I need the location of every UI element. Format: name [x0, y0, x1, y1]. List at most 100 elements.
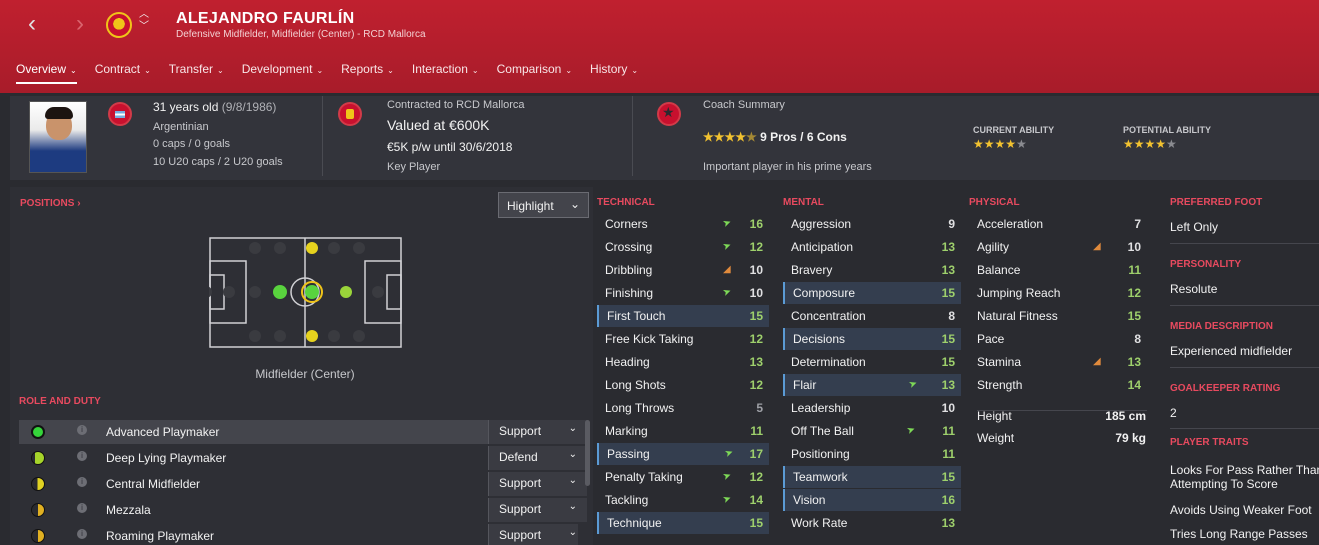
attribute-value: 16 [941, 493, 955, 507]
attribute-value: 15 [941, 332, 955, 346]
trend-up-icon: ➤ [721, 239, 734, 254]
attribute-row[interactable]: Positioning 11 [783, 443, 961, 465]
duty-dropdown[interactable]: Support ⌄ [488, 524, 578, 545]
attribute-row[interactable]: Concentration 8 [783, 305, 961, 327]
attribute-row[interactable]: Free Kick Taking 12 [597, 328, 769, 350]
attribute-row[interactable]: Flair ➤ 13 [783, 374, 961, 396]
duty-dropdown[interactable]: Support ⌄ [488, 420, 587, 444]
coach-star-icon[interactable]: ★ [657, 102, 681, 126]
club-crest-icon[interactable] [338, 102, 362, 126]
tab-overview[interactable]: Overview ⌄ [16, 62, 77, 84]
club-crest-icon[interactable] [106, 12, 132, 38]
highlight-dropdown[interactable]: Highlight ⌄ [498, 192, 589, 218]
role-row[interactable]: i Mezzala Support ⌄ [19, 498, 587, 522]
player-cycle-icon[interactable]: ︿ ﹀ [139, 9, 149, 33]
attribute-name: Positioning [791, 447, 850, 461]
attribute-row[interactable]: Technique 15 [597, 512, 769, 534]
attribute-row[interactable]: Balance 11 [969, 259, 1147, 281]
tab-transfer[interactable]: Transfer ⌄ [169, 62, 224, 84]
attribute-row[interactable]: Off The Ball ➤ 11 [783, 420, 961, 442]
attribute-row[interactable]: Penalty Taking ➤ 12 [597, 466, 769, 488]
info-icon[interactable]: i [77, 425, 87, 435]
duty-dropdown[interactable]: Defend ⌄ [488, 446, 587, 470]
tab-bar: Overview ⌄ Contract ⌄ Transfer ⌄ Developmen… [16, 62, 656, 84]
attribute-row[interactable]: Bravery 13 [783, 259, 961, 281]
attribute-row[interactable]: Acceleration 7 [969, 213, 1147, 235]
attribute-value: 8 [948, 309, 955, 323]
attribute-row[interactable]: Teamwork 15 [783, 466, 961, 488]
attribute-name: Free Kick Taking [605, 332, 694, 346]
player-value: Valued at €600K [387, 117, 490, 133]
roles-scrollbar[interactable] [585, 420, 590, 486]
attribute-name: Decisions [793, 332, 846, 346]
role-suitability-icon [31, 503, 45, 517]
attribute-row[interactable]: Long Throws 5 [597, 397, 769, 419]
tab-reports[interactable]: Reports ⌄ [341, 62, 394, 84]
attribute-row[interactable]: Tackling ➤ 14 [597, 489, 769, 511]
trend-down-icon: ◢ [1093, 356, 1101, 367]
attribute-row[interactable]: Leadership 10 [783, 397, 961, 419]
info-icon[interactable]: i [77, 477, 87, 487]
tab-comparison[interactable]: Comparison ⌄ [497, 62, 572, 84]
tab-history[interactable]: History ⌄ [590, 62, 638, 84]
attribute-row[interactable]: Decisions 15 [783, 328, 961, 350]
role-row[interactable]: i Roaming Playmaker Support ⌄ [19, 524, 578, 545]
attribute-row[interactable]: Crossing ➤ 12 [597, 236, 769, 258]
duty-dropdown[interactable]: Support ⌄ [488, 498, 587, 522]
chevron-down-icon: ⌄ [568, 501, 577, 512]
attribute-row[interactable]: Work Rate 13 [783, 512, 961, 534]
tab-development[interactable]: Development ⌄ [242, 62, 323, 84]
attribute-row[interactable]: Finishing ➤ 10 [597, 282, 769, 304]
attribute-value: 17 [749, 447, 763, 461]
chevron-down-icon: ⌄ [565, 66, 573, 75]
player-header: ‹ › ︿ ﹀ ALEJANDRO FAURLÍN Defensive Midfi… [0, 0, 1319, 93]
attribute-row[interactable]: Stamina ◢ 13 [969, 351, 1147, 373]
attribute-value: 5 [756, 401, 763, 415]
attribute-row[interactable]: Corners ➤ 16 [597, 213, 769, 235]
attribute-value: 15 [1127, 309, 1141, 323]
info-icon[interactable]: i [77, 451, 87, 461]
attribute-row[interactable]: Natural Fitness 15 [969, 305, 1147, 327]
attribute-row[interactable]: Anticipation 13 [783, 236, 961, 258]
attribute-row[interactable]: Strength 14 [969, 374, 1147, 396]
attribute-value: 10 [749, 286, 763, 300]
role-row[interactable]: i Deep Lying Playmaker Defend ⌄ [19, 446, 587, 470]
trait-item: Tries Long Range Passes [1170, 527, 1308, 541]
back-icon[interactable]: ‹ [20, 12, 44, 36]
attribute-row[interactable]: Marking 11 [597, 420, 769, 442]
role-row[interactable]: i Advanced Playmaker Support ⌄ [19, 420, 587, 444]
attribute-row[interactable]: Passing ➤ 17 [597, 443, 769, 465]
attribute-row[interactable]: Pace 8 [969, 328, 1147, 350]
preferred-foot-label: PREFERRED FOOT [1170, 197, 1263, 208]
positions-title[interactable]: POSITIONS › [20, 198, 81, 209]
attribute-name: Pace [977, 332, 1005, 346]
attribute-name: Long Throws [605, 401, 675, 415]
player-traits-label: PLAYER TRAITS [1170, 437, 1249, 448]
goalkeeper-rating-label: GOALKEEPER RATING [1170, 383, 1281, 394]
nationality-flag-icon[interactable] [108, 102, 132, 126]
role-row[interactable]: i Central Midfielder Support ⌄ [19, 472, 587, 496]
attribute-row[interactable]: Dribbling ◢ 10 [597, 259, 769, 281]
attribute-value: 12 [749, 378, 763, 392]
attribute-row[interactable]: Jumping Reach 12 [969, 282, 1147, 304]
duty-dropdown[interactable]: Support ⌄ [488, 472, 587, 496]
forward-icon[interactable]: › [68, 12, 92, 36]
info-icon[interactable]: i [77, 529, 87, 539]
personality-value: Resolute [1170, 282, 1218, 296]
attribute-row[interactable]: Vision 16 [783, 489, 961, 511]
tab-interaction[interactable]: Interaction ⌄ [412, 62, 479, 84]
attribute-row[interactable]: Determination 15 [783, 351, 961, 373]
attribute-row[interactable]: First Touch 15 [597, 305, 769, 327]
attribute-row[interactable]: Aggression 9 [783, 213, 961, 235]
current-ability-stars: ★★★★★ [973, 137, 1027, 151]
attribute-row[interactable]: Heading 13 [597, 351, 769, 373]
attribute-value: 15 [749, 516, 763, 530]
role-suitability-icon [31, 451, 45, 465]
attribute-name: Crossing [605, 240, 653, 254]
tab-contract[interactable]: Contract ⌄ [95, 62, 151, 84]
info-icon[interactable]: i [77, 503, 87, 513]
attribute-row[interactable]: Composure 15 [783, 282, 961, 304]
player-photo[interactable] [29, 101, 87, 173]
attribute-row[interactable]: Long Shots 12 [597, 374, 769, 396]
attribute-row[interactable]: Agility ◢ 10 [969, 236, 1147, 258]
